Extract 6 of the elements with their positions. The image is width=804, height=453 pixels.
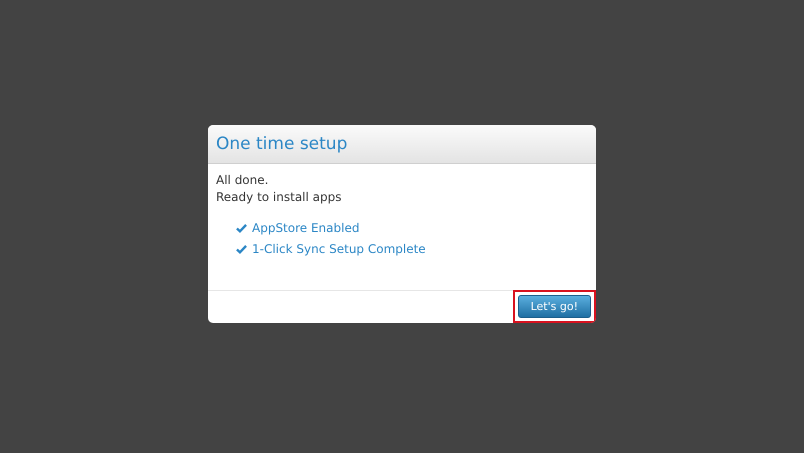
message-text: All done. — [216, 172, 270, 188]
status-label: 1-Click Sync Setup Complete — [252, 242, 426, 256]
message-text: Ready to install apps — [216, 188, 343, 206]
dialog-title: One time setup — [216, 134, 348, 154]
lets-go-button[interactable]: Let's go! — [518, 295, 591, 318]
status-label: AppStore Enabled — [252, 221, 360, 235]
